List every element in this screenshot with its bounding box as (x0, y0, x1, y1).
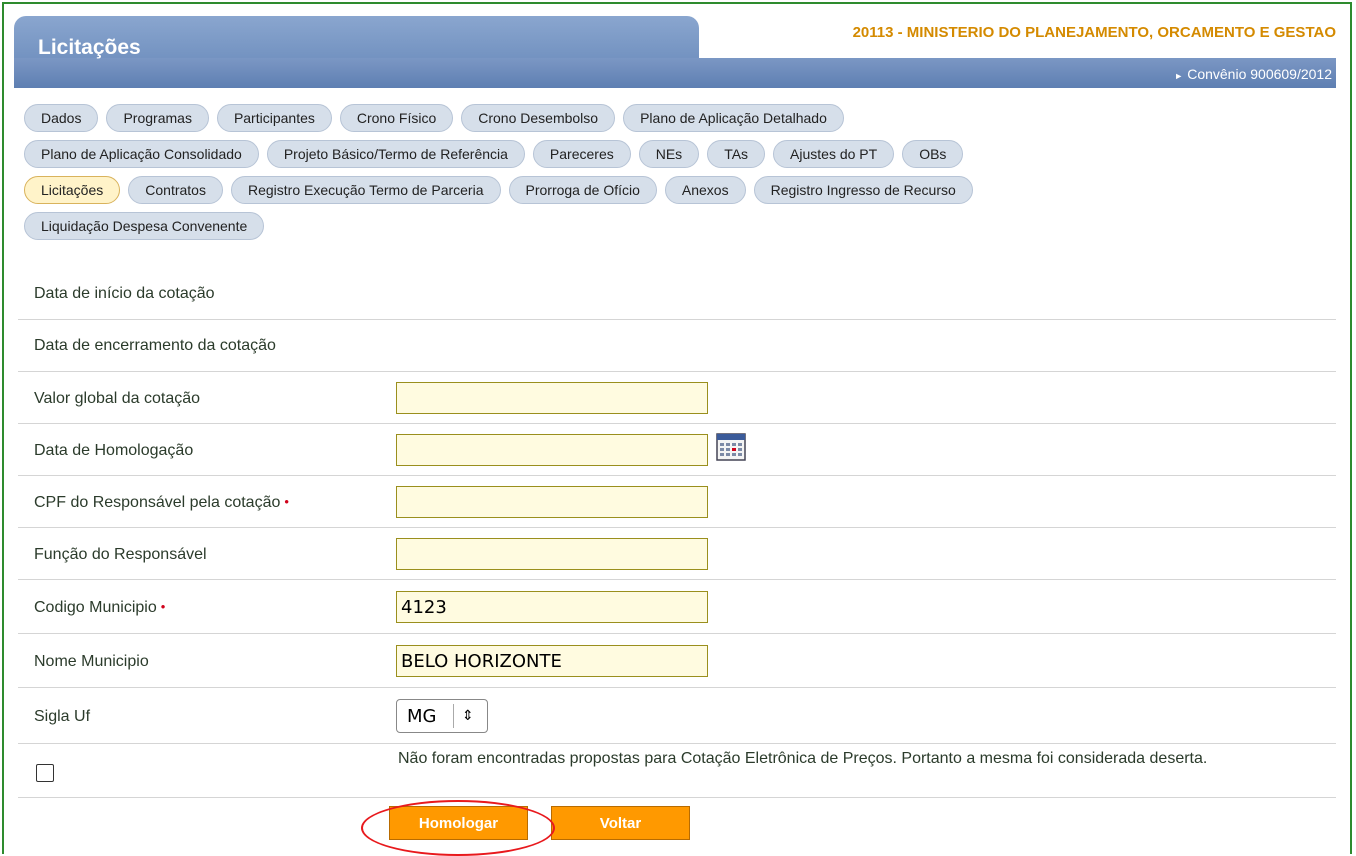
row-funcao: Função do Responsável (18, 528, 1336, 580)
tab-bar: Dados Programas Participantes Crono Físi… (24, 104, 1324, 248)
organization-name: 20113 - MINISTERIO DO PLANEJAMENTO, ORCA… (852, 24, 1336, 41)
tab-contratos[interactable]: Contratos (128, 176, 223, 204)
funcao-label: Função do Responsável (34, 546, 207, 563)
tab-plano-aplicacao-consolidado[interactable]: Plano de Aplicação Consolidado (24, 140, 259, 168)
funcao-input[interactable] (396, 538, 708, 570)
header-bar (14, 58, 1336, 88)
row-sigla-uf: Sigla Uf MG ⇕ (18, 688, 1336, 744)
codigo-municipio-label: Codigo Municipio • (34, 599, 165, 617)
data-homologacao-label: Data de Homologação (34, 442, 194, 459)
row-codigo-municipio: Codigo Municipio • (18, 580, 1336, 634)
row-data-homologacao: Data de Homologação (18, 424, 1336, 476)
sigla-uf-label: Sigla Uf (34, 708, 91, 725)
deserta-text: Não foram encontradas propostas para Cot… (398, 750, 1208, 767)
tab-row-3: Licitações Contratos Registro Execução T… (24, 176, 1324, 204)
required-marker: • (284, 494, 289, 509)
tab-row-2: Plano de Aplicação Consolidado Projeto B… (24, 140, 1324, 168)
convenio-link[interactable]: ► Convênio 900609/2012 (1174, 66, 1332, 82)
licitacao-form: Data de início da cotação Data de encerr… (18, 268, 1336, 798)
valor-global-input[interactable] (396, 382, 708, 414)
data-inicio-label: Data de início da cotação (34, 285, 215, 302)
row-cpf: CPF do Responsável pela cotação • (18, 476, 1336, 528)
required-marker: • (160, 599, 166, 614)
tab-dados[interactable]: Dados (24, 104, 99, 132)
tab-licitacoes[interactable]: Licitações (24, 176, 121, 204)
cpf-label-text: CPF do Responsável pela cotação (34, 494, 281, 511)
tab-obs[interactable]: OBs (902, 140, 964, 168)
tab-crono-fisico[interactable]: Crono Físico (339, 104, 454, 132)
row-deserta: Não foram encontradas propostas para Cot… (18, 744, 1336, 798)
tab-plano-aplicacao-detalhado[interactable]: Plano de Aplicação Detalhado (623, 104, 844, 132)
tab-anexos[interactable]: Anexos (664, 176, 746, 204)
nome-municipio-label: Nome Municipio (34, 653, 149, 670)
tab-nes[interactable]: NEs (638, 140, 700, 168)
tab-projeto-basico[interactable]: Projeto Básico/Termo de Referência (266, 140, 525, 168)
cpf-input[interactable] (396, 486, 708, 518)
tab-pareceres[interactable]: Pareceres (532, 140, 631, 168)
valor-global-label: Valor global da cotação (34, 390, 201, 407)
calendar-icon[interactable] (716, 432, 746, 462)
tab-row-1: Dados Programas Participantes Crono Físi… (24, 104, 1324, 132)
page-title: Licitações (38, 36, 141, 59)
row-nome-municipio: Nome Municipio (18, 634, 1336, 688)
data-homologacao-input[interactable] (396, 434, 708, 466)
sigla-uf-value: MG (407, 705, 437, 727)
tab-liquidacao-despesa[interactable]: Liquidação Despesa Convenente (24, 212, 265, 240)
row-data-encerramento: Data de encerramento da cotação (18, 320, 1336, 372)
row-valor-global: Valor global da cotação (18, 372, 1336, 424)
tab-registro-ingresso[interactable]: Registro Ingresso de Recurso (753, 176, 973, 204)
codigo-municipio-input[interactable] (396, 591, 708, 623)
convenio-text: Convênio 900609/2012 (1187, 66, 1332, 82)
tab-registro-execucao[interactable]: Registro Execução Termo de Parceria (230, 176, 501, 204)
updown-chevron-icon: ⇕ (453, 704, 482, 728)
deserta-checkbox[interactable] (36, 764, 54, 782)
tab-tas[interactable]: TAs (707, 140, 766, 168)
tab-ajustes-pt[interactable]: Ajustes do PT (773, 140, 895, 168)
tab-participantes[interactable]: Participantes (216, 104, 332, 132)
tab-crono-desembolso[interactable]: Crono Desembolso (461, 104, 616, 132)
tab-programas[interactable]: Programas (106, 104, 209, 132)
codigo-municipio-label-text: Codigo Municipio (34, 599, 157, 616)
sigla-uf-select[interactable]: MG ⇕ (396, 699, 488, 733)
triangle-right-icon: ► (1174, 71, 1184, 81)
voltar-button[interactable]: Voltar (551, 806, 690, 840)
data-encerramento-label: Data de encerramento da cotação (34, 337, 276, 354)
row-data-inicio: Data de início da cotação (18, 268, 1336, 320)
tab-prorroga-oficio[interactable]: Prorroga de Ofício (508, 176, 657, 204)
cpf-label: CPF do Responsável pela cotação • (34, 494, 289, 512)
nome-municipio-input[interactable] (396, 645, 708, 677)
homologar-button[interactable]: Homologar (389, 806, 528, 840)
tab-row-4: Liquidação Despesa Convenente (24, 212, 1324, 240)
